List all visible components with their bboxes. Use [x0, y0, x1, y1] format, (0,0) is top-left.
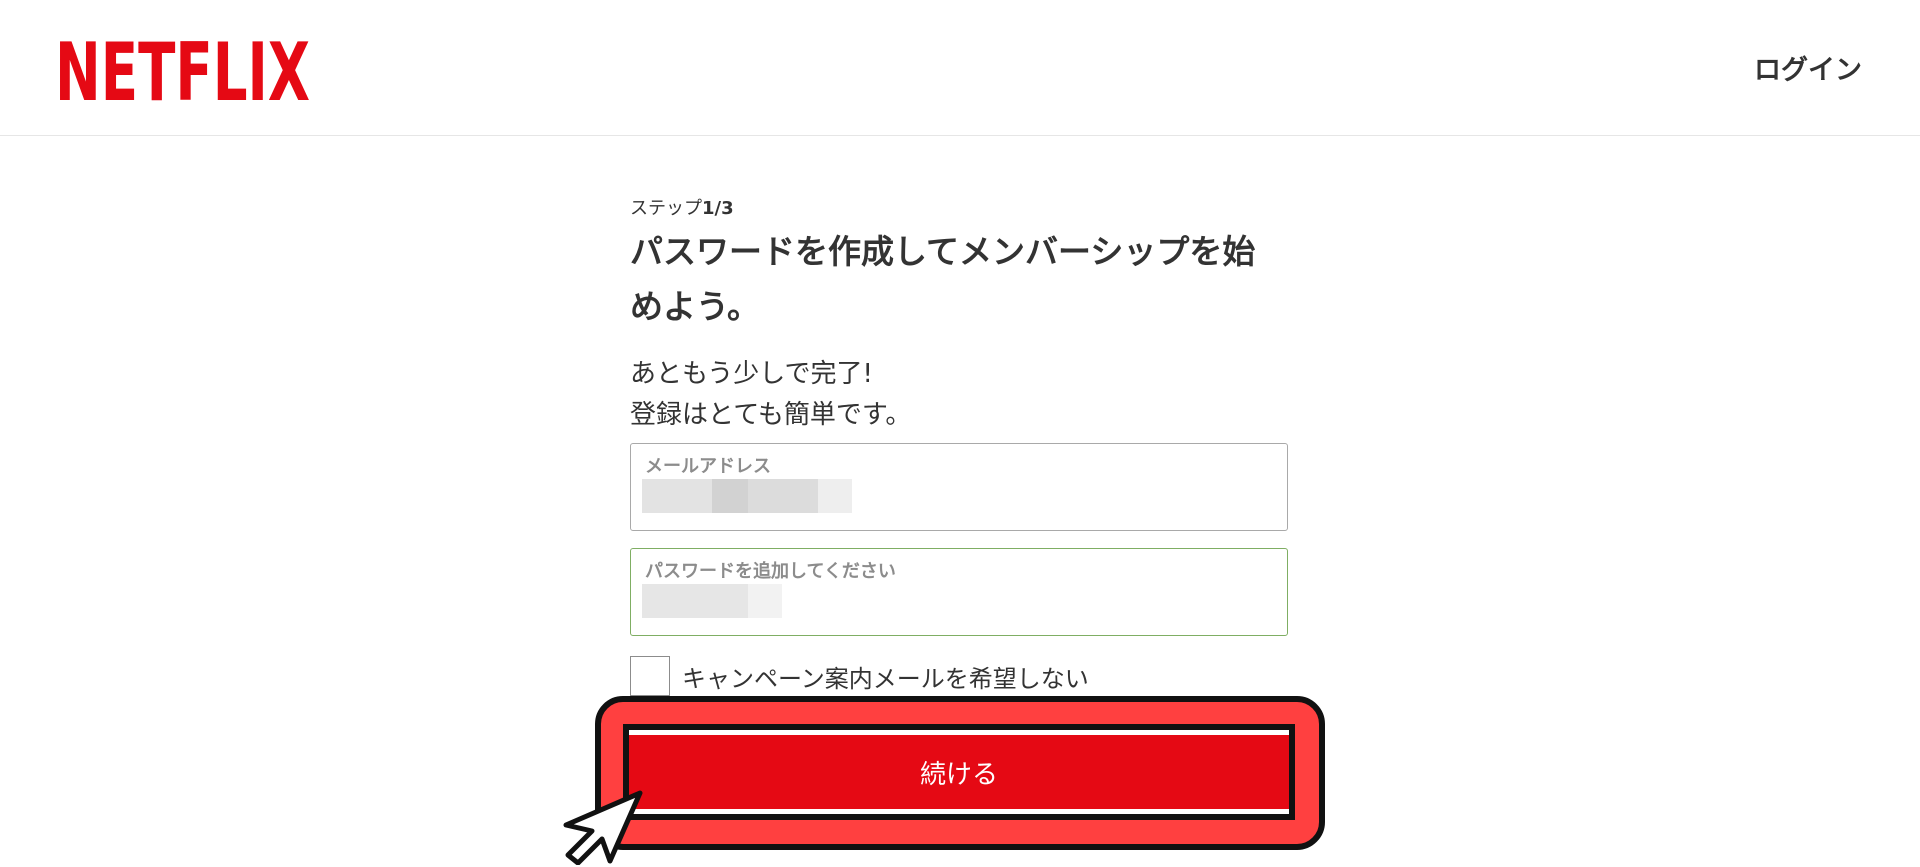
- continue-button-label: 続ける: [629, 735, 1289, 809]
- page-title: パスワードを作成してメンバーシップを始めよう。: [630, 232, 1256, 326]
- marketing-optout-row: キャンペーン案内メールを希望しない: [630, 655, 1089, 697]
- site-header: NETFLIX ログイン: [0, 0, 1920, 136]
- subtitle-line-2: 登録はとても簡単です。: [630, 400, 912, 430]
- pointer-cursor-icon: [563, 790, 643, 865]
- step-value: 1/3: [702, 198, 734, 219]
- signup-form: ステップ1/3 パスワードを作成してメンバーシップを始めよう。 あともう少しで完…: [630, 196, 1290, 696]
- netflix-logo-text: NETFLIX: [55, 30, 310, 106]
- login-link[interactable]: ログイン: [1754, 48, 1862, 87]
- page-subtitle: あともう少しで完了! 登録はとても簡単です。: [630, 354, 1290, 436]
- continue-button[interactable]: 続ける: [623, 724, 1295, 820]
- password-field[interactable]: パスワードを追加してください: [630, 548, 1288, 636]
- netflix-logo[interactable]: NETFLIX: [55, 30, 310, 106]
- email-field-label: メールアドレス: [645, 456, 771, 477]
- marketing-optout-checkbox[interactable]: [630, 656, 670, 696]
- email-field[interactable]: メールアドレス: [630, 443, 1288, 531]
- email-value-redacted: [642, 479, 852, 513]
- password-field-label: パスワードを追加してください: [645, 561, 896, 582]
- step-indicator: ステップ1/3: [630, 196, 1290, 222]
- marketing-optout-label[interactable]: キャンペーン案内メールを希望しない: [682, 659, 1089, 694]
- step-prefix: ステップ: [630, 198, 702, 219]
- password-value-redacted: [642, 584, 782, 618]
- subtitle-line-1: あともう少しで完了!: [630, 359, 873, 389]
